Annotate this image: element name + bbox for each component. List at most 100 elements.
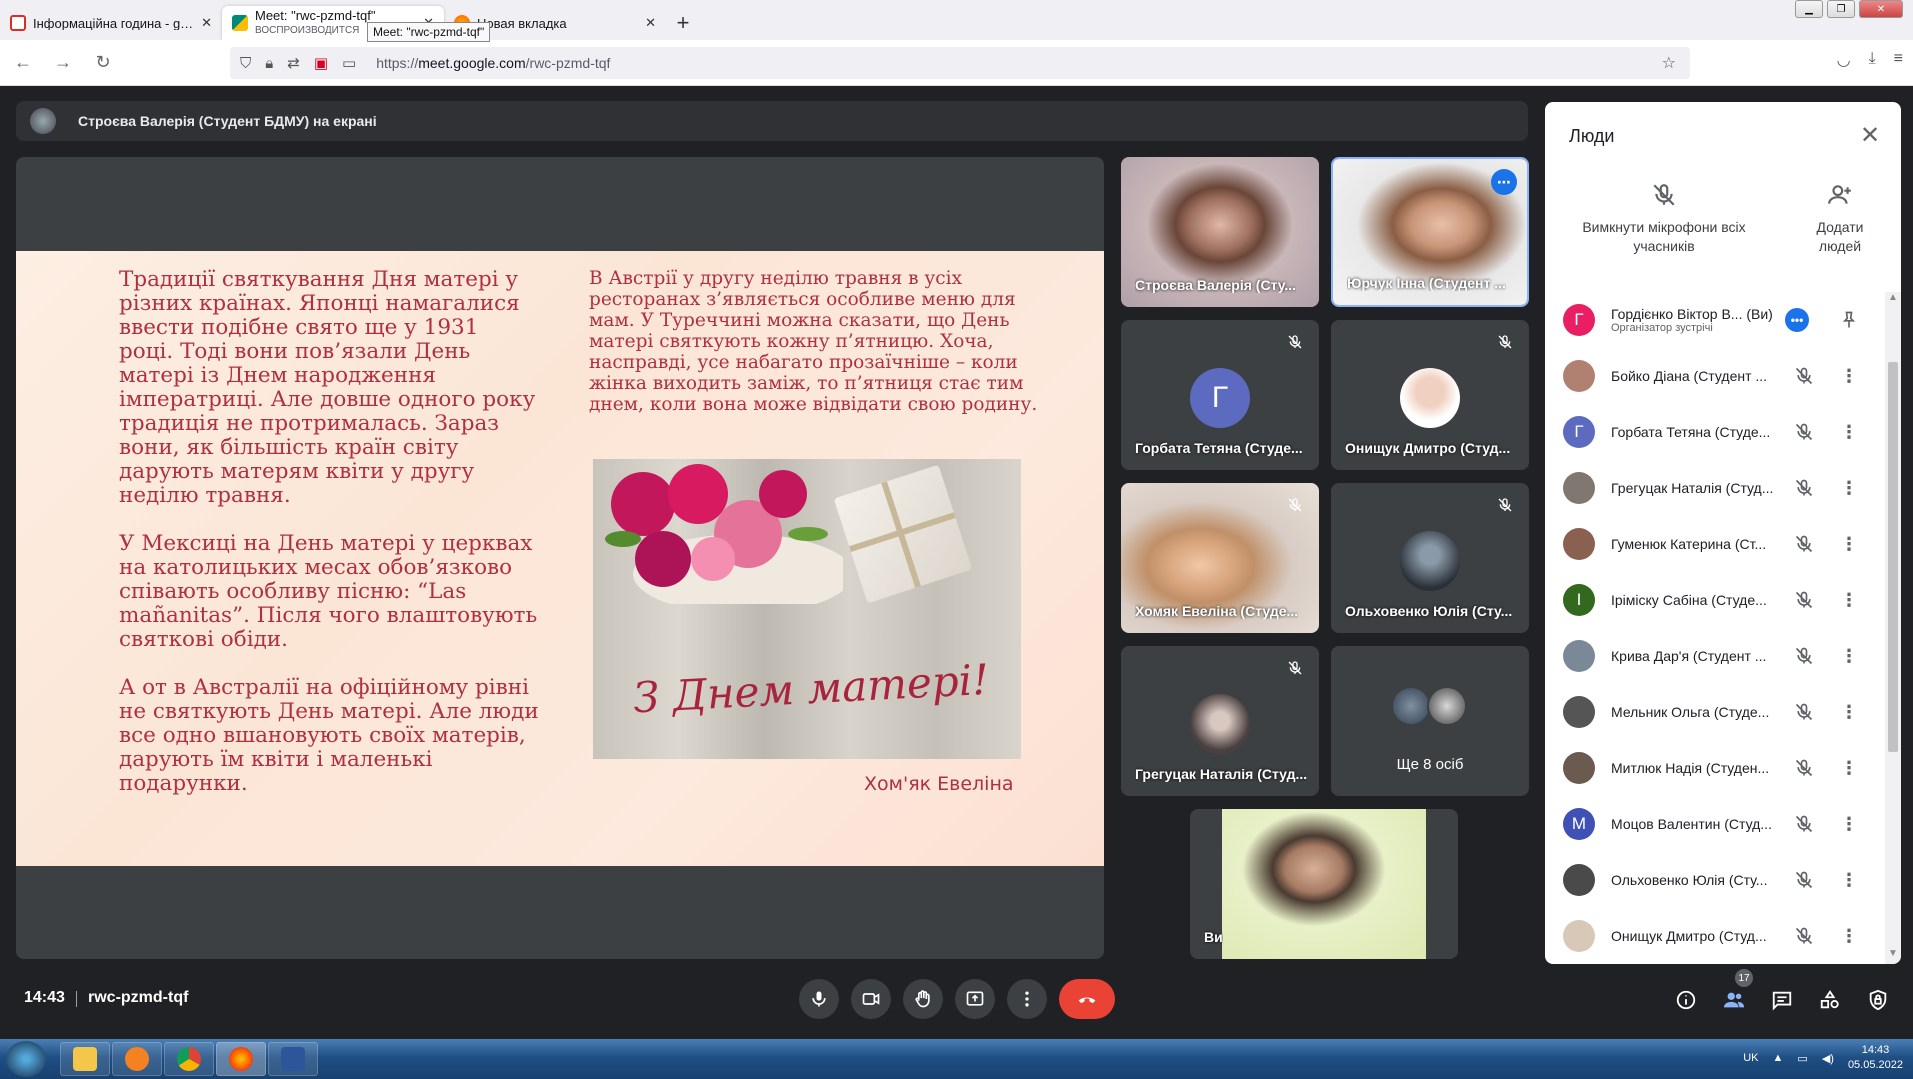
tile-name: Юрчук Інна (Студент ...: [1347, 275, 1506, 291]
pocket-icon[interactable]: ◡: [1837, 50, 1851, 70]
pin-icon[interactable]: [1839, 310, 1859, 330]
participant-row[interactable]: Ольховенко Юлія (Сту... ⋮: [1545, 852, 1885, 908]
meeting-details-button[interactable]: [1673, 987, 1699, 1013]
bookmark-star-icon[interactable]: ☆: [1662, 53, 1676, 73]
slide-paragraph: Традиції святкування Дня матері у різних…: [119, 267, 536, 508]
close-icon[interactable]: ✕: [1855, 120, 1885, 150]
start-button[interactable]: [6, 1041, 46, 1077]
add-people-button[interactable]: Додати людей: [1805, 182, 1875, 256]
more-vert-icon[interactable]: ⋮: [1839, 478, 1859, 498]
taskbar-pdf[interactable]: [112, 1042, 162, 1076]
taskbar-word[interactable]: [268, 1042, 318, 1076]
more-vert-icon[interactable]: ⋮: [1839, 422, 1859, 442]
mic-off-icon[interactable]: [1794, 478, 1814, 498]
mic-off-icon[interactable]: [1794, 366, 1814, 386]
mic-off-icon[interactable]: [1794, 422, 1814, 442]
tray-arrow-icon[interactable]: ▲: [1773, 1052, 1784, 1064]
tab-gmail[interactable]: Інформаційна година - gordie ✕: [0, 6, 222, 40]
scrollbar[interactable]: ▲ ▼: [1885, 292, 1901, 964]
participant-row[interactable]: Крива Дар'я (Студент ... ⋮: [1545, 628, 1885, 684]
participant-tile[interactable]: Строєва Валерія (Сту...: [1121, 157, 1319, 307]
participant-row[interactable]: І Іріміску Сабіна (Студе... ⋮: [1545, 572, 1885, 628]
participant-row[interactable]: Онищук Дмитро (Студ... ⋮: [1545, 908, 1885, 964]
volume-icon[interactable]: ◀): [1822, 1052, 1834, 1065]
mic-off-icon[interactable]: [1794, 870, 1814, 890]
more-vert-icon[interactable]: ⋮: [1839, 590, 1859, 610]
mute-all-button[interactable]: Вимкнути мікрофони всіх учасників: [1569, 182, 1759, 256]
camera-button[interactable]: [851, 979, 891, 1019]
shield-icon[interactable]: ⛉: [240, 55, 251, 72]
participant-tile[interactable]: ⋯ Юрчук Інна (Студент ...: [1331, 157, 1529, 307]
mic-off-icon[interactable]: [1794, 646, 1814, 666]
mic-off-icon[interactable]: [1794, 702, 1814, 722]
participant-row[interactable]: Митлюк Надія (Студен... ⋮: [1545, 740, 1885, 796]
taskbar-chrome[interactable]: [164, 1042, 214, 1076]
taskbar-firefox[interactable]: [216, 1042, 266, 1076]
participant-list: Г Гордієнко Віктор В... (Ви) Організатор з…: [1545, 292, 1885, 964]
forward-icon[interactable]: →: [46, 46, 80, 80]
close-icon[interactable]: ✕: [201, 15, 212, 31]
more-vert-icon[interactable]: ⋮: [1839, 814, 1859, 834]
present-button[interactable]: [955, 979, 995, 1019]
new-tab-button[interactable]: +: [666, 6, 700, 40]
participant-row[interactable]: Гуменюк Катерина (Ст... ⋮: [1545, 516, 1885, 572]
more-vert-icon[interactable]: ⋮: [1839, 646, 1859, 666]
scroll-up-icon[interactable]: ▲: [1885, 292, 1901, 308]
presentation-stage[interactable]: Традиції святкування Дня матері у різних…: [16, 157, 1104, 959]
more-options-icon[interactable]: ⋯: [1491, 169, 1517, 195]
more-vert-icon[interactable]: ⋮: [1839, 702, 1859, 722]
participant-row[interactable]: Мельник Ольга (Студе... ⋮: [1545, 684, 1885, 740]
network-icon[interactable]: ▭: [1797, 1052, 1807, 1065]
maximize-button[interactable]: ❐: [1827, 0, 1855, 18]
taskbar-explorer[interactable]: [60, 1042, 110, 1076]
taskbar-clock[interactable]: 14:43 05.05.2022: [1848, 1043, 1903, 1073]
participant-tile[interactable]: Хомяк Евеліна (Студе...: [1121, 483, 1319, 633]
scrollbar-thumb[interactable]: [1888, 362, 1898, 752]
mic-off-icon[interactable]: [1794, 534, 1814, 554]
participant-row[interactable]: Бойко Діана (Студент ... ⋮: [1545, 348, 1885, 404]
back-icon[interactable]: ←: [6, 46, 40, 80]
lock-icon[interactable]: 🔒︎: [265, 55, 273, 72]
raise-hand-button[interactable]: [903, 979, 943, 1019]
download-icon[interactable]: ⤓: [1869, 50, 1876, 70]
host-controls-button[interactable]: [1865, 987, 1891, 1013]
avatar-stack: [1391, 686, 1471, 730]
more-vert-icon[interactable]: ⋮: [1839, 758, 1859, 778]
mic-off-icon[interactable]: [1794, 814, 1814, 834]
mic-off-icon[interactable]: [1794, 758, 1814, 778]
self-tile[interactable]: Ви: [1190, 809, 1458, 959]
participant-row[interactable]: Грегуцак Наталія (Студ... ⋮: [1545, 460, 1885, 516]
url-text[interactable]: https://meet.google.com/rwc-pzmd-tqf: [376, 55, 610, 71]
participant-row[interactable]: Г Гордієнко Віктор В... (Ви) Організатор з…: [1545, 292, 1885, 348]
mic-off-icon[interactable]: [1794, 590, 1814, 610]
close-icon[interactable]: ✕: [645, 15, 656, 31]
reload-icon[interactable]: ↻: [86, 46, 120, 80]
more-participants-tile[interactable]: Ще 8 осіб: [1331, 646, 1529, 796]
people-button[interactable]: [1721, 987, 1747, 1013]
mic-off-icon[interactable]: [1794, 926, 1814, 946]
window-close-button[interactable]: ✕: [1859, 0, 1903, 18]
participant-tile[interactable]: Ольховенко Юлія (Сту...: [1331, 483, 1529, 633]
more-vert-icon[interactable]: ⋮: [1839, 534, 1859, 554]
participant-row[interactable]: Г Горбата Тетяна (Студе... ⋮: [1545, 404, 1885, 460]
message-icon[interactable]: ▭: [342, 54, 356, 72]
address-bar[interactable]: ⛉ 🔒︎ ⇄ ▣ ▭ https://meet.google.com/rwc-p…: [230, 47, 1690, 79]
more-options-button[interactable]: [1007, 979, 1047, 1019]
permissions-icon[interactable]: ⇄: [287, 54, 300, 72]
participant-tile[interactable]: Грегуцак Наталія (Студ...: [1121, 646, 1319, 796]
activities-button[interactable]: [1817, 987, 1843, 1013]
camera-icon[interactable]: ▣: [314, 54, 328, 72]
more-vert-icon[interactable]: ⋮: [1839, 926, 1859, 946]
language-indicator[interactable]: UK: [1743, 1052, 1758, 1064]
chat-button[interactable]: [1769, 987, 1795, 1013]
leave-call-button[interactable]: [1059, 979, 1115, 1019]
more-vert-icon[interactable]: ⋮: [1839, 366, 1859, 386]
menu-icon[interactable]: ≡: [1894, 50, 1903, 70]
more-options-icon[interactable]: •••: [1785, 308, 1809, 332]
participant-tile[interactable]: Г Горбата Тетяна (Студе...: [1121, 320, 1319, 470]
minimize-button[interactable]: ▁: [1795, 0, 1823, 18]
more-vert-icon[interactable]: ⋮: [1839, 870, 1859, 890]
participant-tile[interactable]: Онищук Дмитро (Студ...: [1331, 320, 1529, 470]
microphone-button[interactable]: [799, 979, 839, 1019]
participant-row[interactable]: М Моцов Валентин (Студ... ⋮: [1545, 796, 1885, 852]
